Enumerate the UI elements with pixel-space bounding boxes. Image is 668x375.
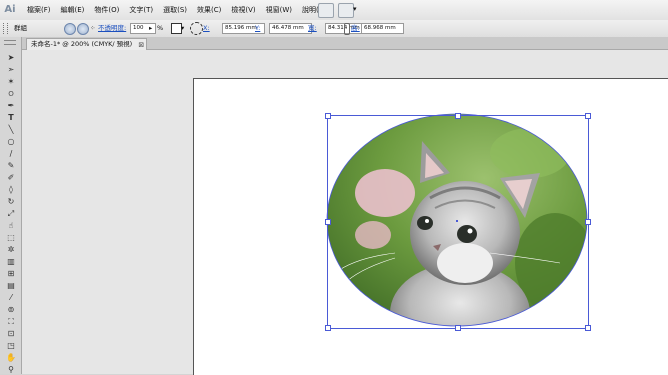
menu-bar: Ai 檔案(F) 編輯(E) 物件(O) 文字(T) 選取(S) 效果(C) 檢… (0, 0, 668, 21)
handle-middle-right[interactable] (585, 219, 591, 225)
menu-window[interactable]: 視窗(W) (261, 5, 297, 15)
blend-tool-icon[interactable]: ⊚ (5, 305, 17, 315)
y-label[interactable]: Y: (255, 23, 260, 34)
scale-tool-icon[interactable]: ⤢ (5, 209, 17, 219)
document-tab[interactable]: 未命名-1* @ 200% (CMYK/ 預視) ⊠ (26, 38, 148, 50)
handle-bottom-middle[interactable] (455, 325, 461, 331)
handle-top-left[interactable] (325, 113, 331, 119)
paintbrush-tool-icon[interactable]: ∕ (5, 149, 17, 159)
opacity-unit: % (157, 24, 164, 32)
handle-bottom-left[interactable] (325, 325, 331, 331)
free-transform-tool-icon[interactable]: ⬚ (5, 233, 17, 243)
x-label[interactable]: X: (203, 23, 210, 34)
opacity-dropdown-icon[interactable]: ▸ (149, 23, 152, 34)
eyedropper-tool-icon[interactable]: ⁄ (5, 293, 17, 303)
pencil-tool-icon[interactable]: ✎ (5, 161, 17, 171)
chevron-down-icon[interactable]: ▾ (353, 5, 357, 13)
eraser-tool-icon[interactable]: ◊ (5, 185, 17, 195)
opacity-label[interactable]: 不透明度: (98, 23, 126, 34)
menu-view[interactable]: 檢視(V) (226, 5, 260, 15)
selection-type-label: 群組 (14, 24, 27, 32)
rotate-tool-icon[interactable]: ↻ (5, 197, 17, 207)
h-input[interactable]: 68.968 mm (361, 23, 404, 34)
arrange-icon[interactable] (338, 3, 354, 18)
ellipse-tool-icon[interactable]: ○ (5, 137, 17, 147)
ref-dropdown-icon[interactable]: ▾ (181, 23, 184, 34)
w-label[interactable]: 寬: (308, 23, 317, 34)
main-menu: 檔案(F) 編輯(E) 物件(O) 文字(T) 選取(S) 效果(C) 檢視(V… (22, 0, 332, 20)
pen-tool-icon[interactable]: ✒ (5, 101, 17, 111)
artboard-tool-icon[interactable]: ⊡ (5, 329, 17, 339)
type-tool-icon[interactable]: T (5, 113, 17, 123)
exit-isolation-icon[interactable] (77, 23, 89, 35)
app-logo: Ai (4, 4, 16, 15)
magic-wand-tool-icon[interactable]: ✶ (5, 77, 17, 87)
y-input[interactable]: 46.478 mm (269, 23, 312, 34)
menu-file[interactable]: 檔案(F) (22, 5, 56, 15)
expand-arrows-icon[interactable]: ⁘ (90, 23, 95, 34)
blob-brush-tool-icon[interactable]: ✐ (5, 173, 17, 183)
document-tab-bar: 未命名-1* @ 200% (CMYK/ 預視) ⊠ (22, 37, 668, 50)
menu-select[interactable]: 選取(S) (158, 5, 192, 15)
handle-bottom-right[interactable] (585, 325, 591, 331)
menu-effect[interactable]: 效果(C) (192, 5, 226, 15)
menu-edit[interactable]: 編輯(E) (56, 5, 90, 15)
menu-type[interactable]: 文字(T) (124, 5, 158, 15)
handle-top-middle[interactable] (455, 113, 461, 119)
constrain-link-icon[interactable] (344, 23, 350, 35)
direct-selection-tool-icon[interactable]: ➣ (5, 65, 17, 75)
live-paint-tool-icon[interactable]: ⛶ (5, 317, 17, 327)
lasso-tool-icon[interactable]: ଠ (5, 89, 17, 99)
menu-object[interactable]: 物件(O) (89, 5, 124, 15)
handle-top-right[interactable] (585, 113, 591, 119)
graph-tool-icon[interactable]: ▥ (5, 257, 17, 267)
hand-tool-icon[interactable]: ✋ (5, 353, 17, 363)
mesh-tool-icon[interactable]: ⊞ (5, 269, 17, 279)
selection-bounding-box[interactable] (327, 115, 589, 329)
center-point (456, 220, 458, 222)
document-tab-title: 未命名-1* @ 200% (CMYK/ 預視) (31, 40, 133, 48)
symbol-sprayer-tool-icon[interactable]: ✲ (5, 245, 17, 255)
gripper-icon (3, 23, 8, 34)
selection-tool-icon[interactable]: ➤ (5, 53, 17, 63)
bridge-icon[interactable] (318, 3, 334, 18)
h-label[interactable]: 高: (351, 23, 360, 34)
transform-icon[interactable] (190, 22, 203, 35)
line-tool-icon[interactable]: ╲ (5, 125, 17, 135)
gradient-tool-icon[interactable]: ▤ (5, 281, 17, 291)
warp-tool-icon[interactable]: ☝ (5, 221, 17, 231)
slice-tool-icon[interactable]: ◳ (5, 341, 17, 351)
handle-middle-left[interactable] (325, 219, 331, 225)
isolate-group-icon[interactable] (64, 23, 76, 35)
tools-panel-collapse-icon[interactable] (4, 40, 16, 45)
control-bar: 群組 ⁘ 不透明度: 100 ▸ % ▾ X: 85.196 mm Y: 46.… (0, 20, 668, 38)
tools-panel: ➤ ➣ ✶ ଠ ✒ T ╲ ○ ∕ ✎ ✐ ◊ ↻ ⤢ ☝ ⬚ ✲ ▥ ⊞ ▤ … (0, 37, 22, 374)
